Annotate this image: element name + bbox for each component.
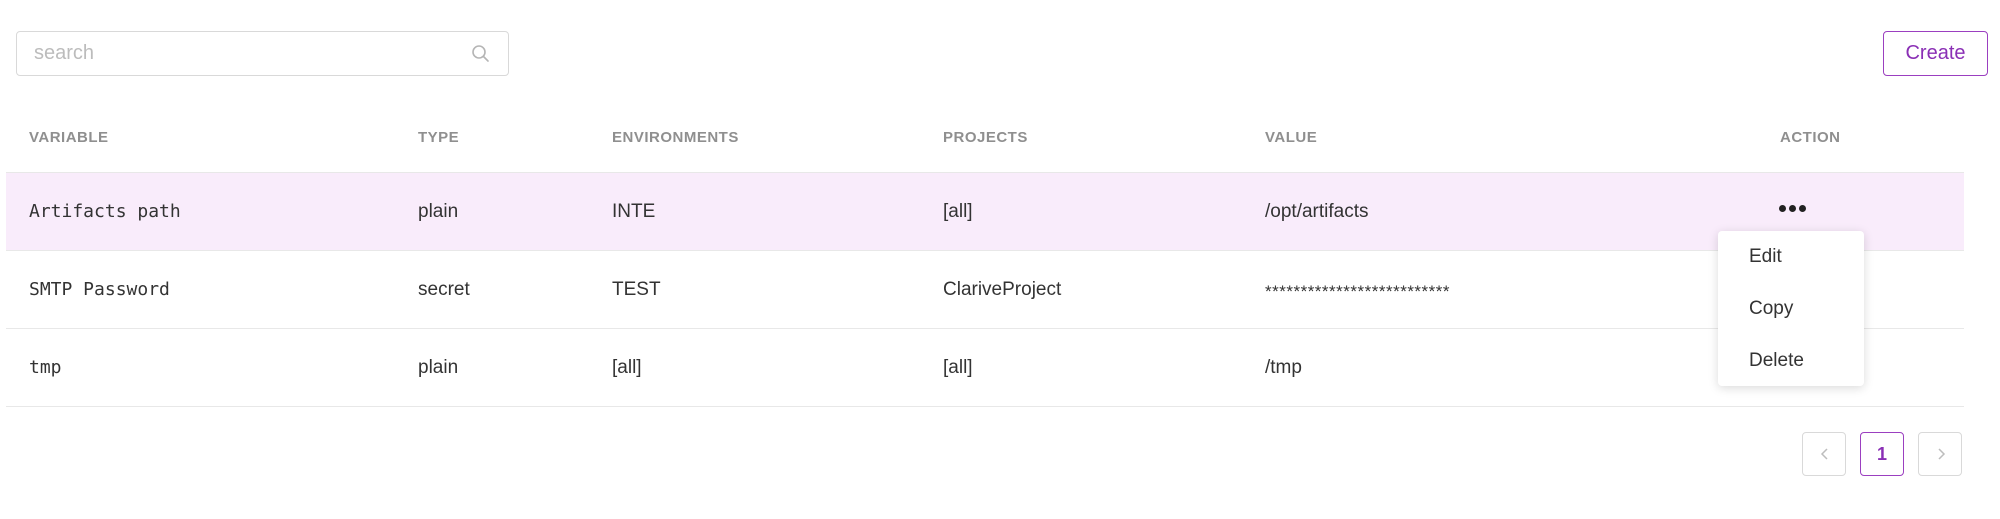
column-header-variable: VARIABLE <box>29 129 109 146</box>
menu-item-edit[interactable]: Edit <box>1749 246 1782 268</box>
menu-item-delete[interactable]: Delete <box>1749 350 1804 372</box>
column-header-environments: ENVIRONMENTS <box>612 129 739 146</box>
create-button[interactable]: Create <box>1883 31 1988 76</box>
variable-value: /opt/artifacts <box>1265 201 1369 222</box>
table-row[interactable]: SMTP Password secret TEST ClariveProject… <box>6 251 1964 329</box>
action-menu: Edit Copy Delete <box>1718 231 1864 386</box>
variable-name: SMTP Password <box>29 279 170 300</box>
variable-type: secret <box>418 279 470 300</box>
chevron-right-icon <box>1938 448 1946 460</box>
search-box <box>16 31 509 76</box>
variable-environments: INTE <box>612 201 656 222</box>
table-row[interactable]: tmp plain [all] [all] /tmp <box>6 329 1964 407</box>
variable-type: plain <box>418 357 459 378</box>
variable-environments: TEST <box>612 279 661 300</box>
page-number-button[interactable]: 1 <box>1860 432 1904 476</box>
variable-name: Artifacts path <box>29 201 181 222</box>
chevron-left-icon <box>1820 448 1828 460</box>
search-input[interactable] <box>17 32 464 75</box>
variable-environments: [all] <box>612 357 642 378</box>
variable-projects: [all] <box>943 357 973 378</box>
column-header-projects: PROJECTS <box>943 129 1028 146</box>
variable-value: /tmp <box>1265 357 1302 378</box>
column-header-value: VALUE <box>1265 129 1318 146</box>
prev-page-button[interactable] <box>1802 432 1846 476</box>
column-header-action: ACTION <box>1780 129 1841 146</box>
variable-projects: ClariveProject <box>943 279 1062 300</box>
next-page-button[interactable] <box>1918 432 1962 476</box>
column-header-type: TYPE <box>418 129 460 146</box>
variable-type: plain <box>418 201 459 222</box>
variable-name: tmp <box>29 357 62 378</box>
variables-page: Create VARIABLE TYPE ENVIRONMENTS PROJEC… <box>0 0 2000 519</box>
table-header: VARIABLE TYPE ENVIRONMENTS PROJECTS VALU… <box>6 108 1964 173</box>
table-row[interactable]: Artifacts path plain INTE [all] /opt/art… <box>6 173 1964 251</box>
more-icon[interactable] <box>1779 198 1809 218</box>
search-icon[interactable] <box>470 43 492 65</box>
variable-projects: [all] <box>943 201 973 222</box>
menu-item-copy[interactable]: Copy <box>1749 298 1793 320</box>
variables-table: VARIABLE TYPE ENVIRONMENTS PROJECTS VALU… <box>6 108 1964 407</box>
variable-value: ************************** <box>1265 282 1451 301</box>
